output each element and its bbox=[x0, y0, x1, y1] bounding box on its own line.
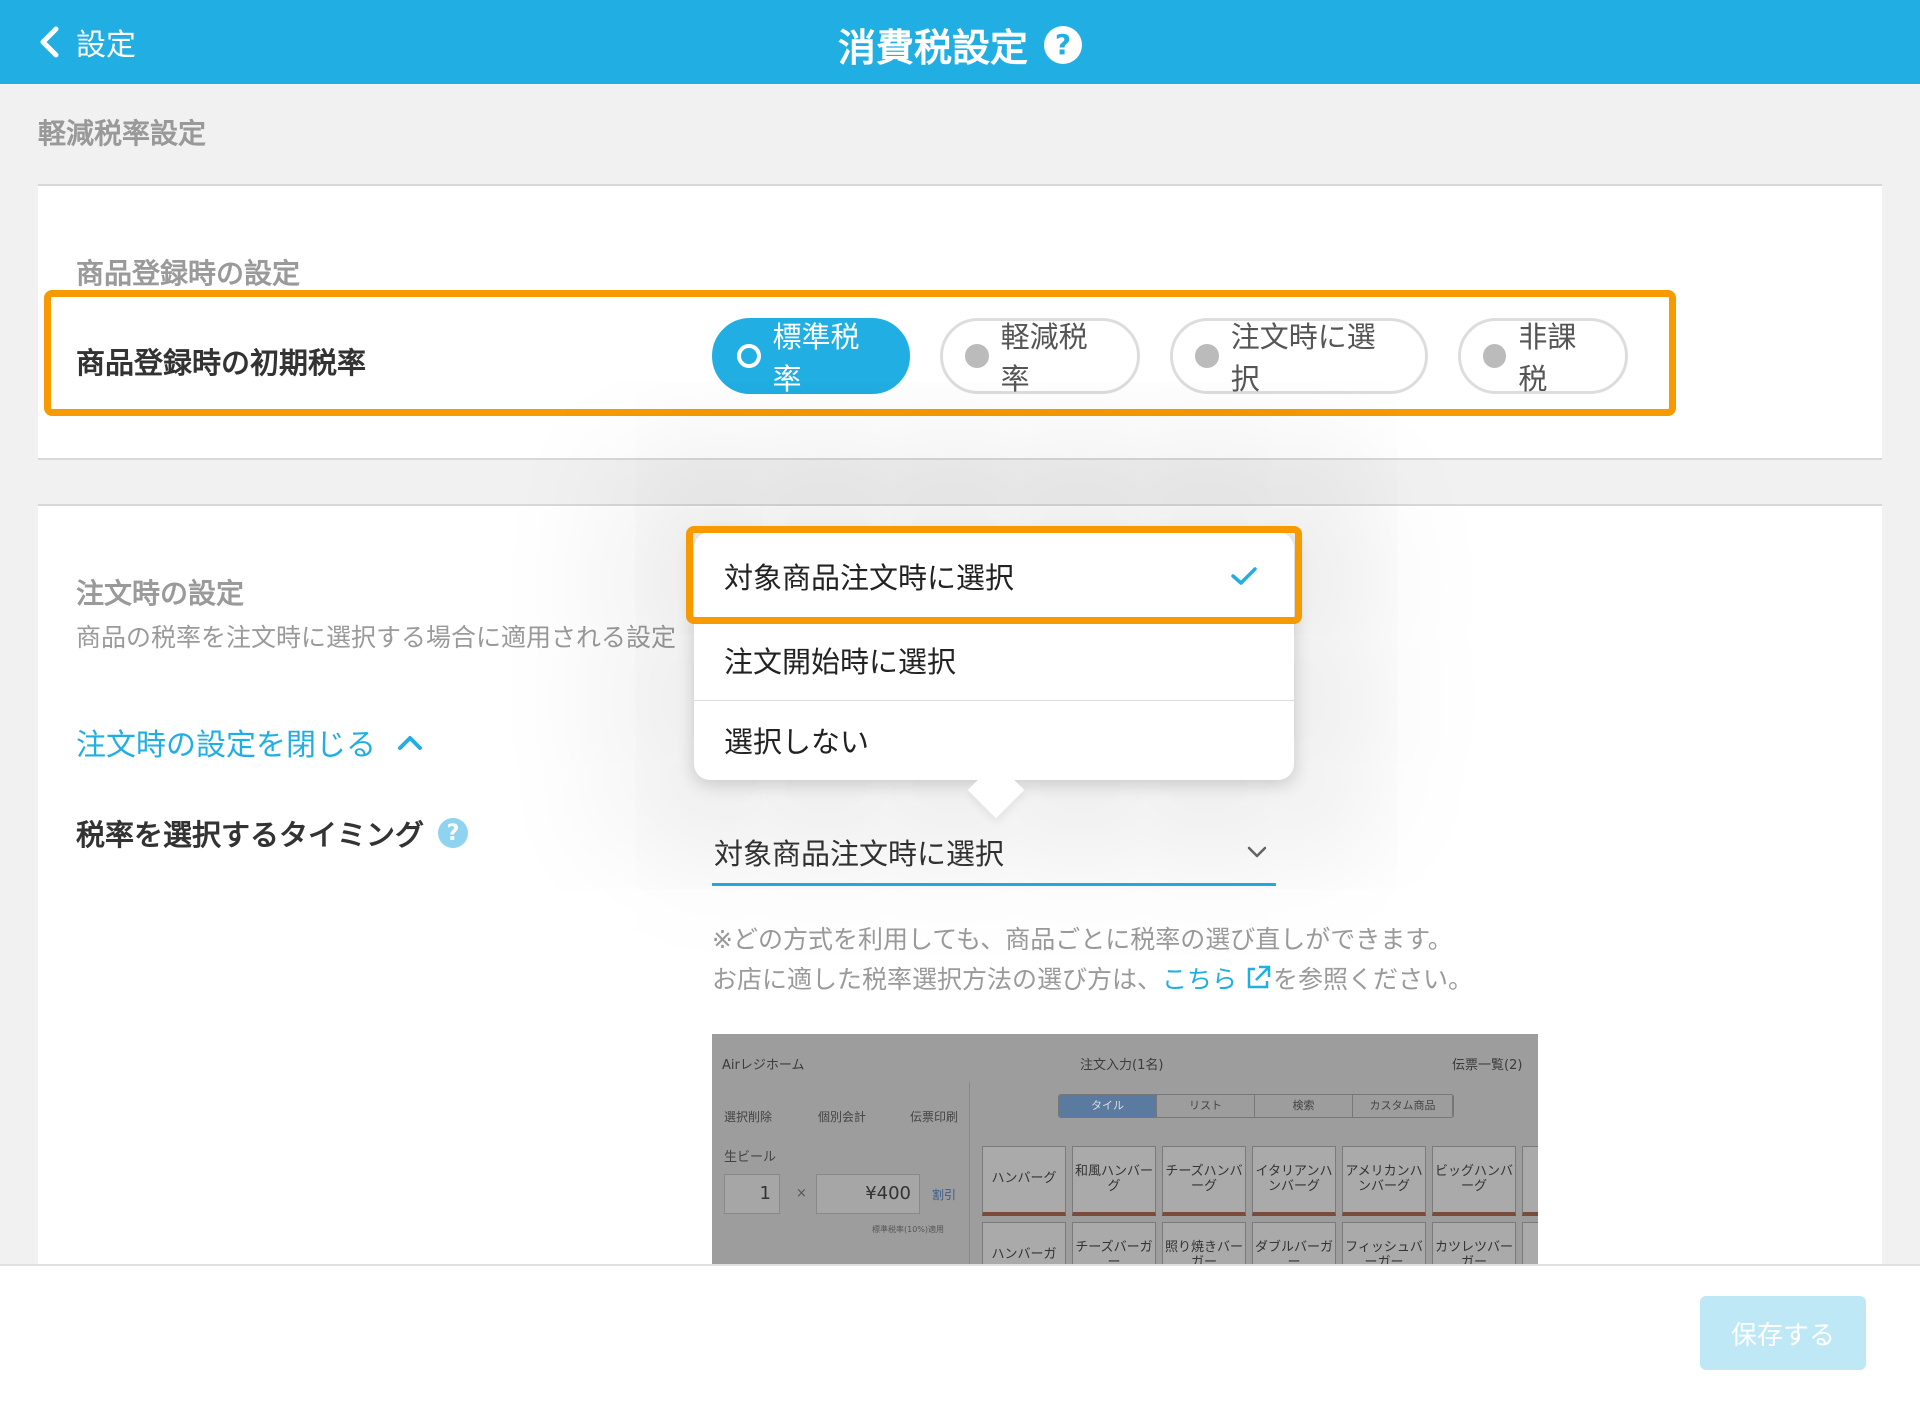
timing-help-icon[interactable]: ? bbox=[438, 818, 469, 848]
guide-link[interactable]: こちら bbox=[1162, 960, 1273, 996]
order-settings-description: 商品の税率を注文時に選択する場合に適用される設定 bbox=[76, 623, 677, 652]
preview-tile: カツレツバーガー bbox=[1432, 1222, 1516, 1264]
help-icon[interactable]: ? bbox=[1044, 25, 1082, 64]
note-line-2-suffix: を参照ください。 bbox=[1273, 965, 1474, 994]
page-title: 消費税設定 bbox=[837, 26, 1028, 70]
preview-tab: タイル bbox=[1059, 1095, 1157, 1117]
preview-qty: 1 bbox=[724, 1174, 780, 1214]
reduced-rate-section-label: 軽減税率設定 bbox=[38, 117, 207, 150]
preview-tile: ビッグハンバーグ bbox=[1432, 1146, 1516, 1216]
preview-tab: リスト bbox=[1157, 1095, 1255, 1117]
collapse-order-settings-link[interactable]: 注文時の設定を閉じる bbox=[76, 720, 424, 764]
product-registration-section-label: 商品登録時の設定 bbox=[76, 257, 301, 290]
preview-tile: 野 bbox=[1522, 1222, 1538, 1264]
preview-times: × bbox=[796, 1186, 807, 1201]
preview-tile: ハンバーガ bbox=[982, 1222, 1066, 1264]
preview-left-panel: 選択削除 個別会計 伝票印刷 生ビール 1 × ¥400 割引 標準税率(10%… bbox=[712, 1082, 970, 1264]
highlight-box-initial-rate bbox=[44, 290, 1676, 416]
preview-price: ¥400 bbox=[816, 1174, 920, 1214]
chevron-up-icon bbox=[398, 736, 422, 750]
preview-tile: ハンバーグ bbox=[982, 1146, 1066, 1216]
preview-topbar: Airレジホーム 注文入力(1名) 伝票一覧(2) bbox=[712, 1034, 1538, 1082]
preview-rate-note: 標準税率(10%)適用 bbox=[872, 1225, 945, 1234]
dropdown-option-none[interactable]: 選択しない bbox=[694, 702, 1294, 778]
footer-bar bbox=[0, 1264, 1920, 1403]
highlight-box-dropdown-option bbox=[686, 526, 1302, 624]
timing-label: 税率を選択するタイミング bbox=[76, 818, 425, 852]
collapse-label: 注文時の設定を閉じる bbox=[76, 728, 376, 763]
external-link-icon bbox=[1247, 965, 1271, 989]
preview-title: 注文入力(1名) bbox=[1080, 1058, 1164, 1073]
preview-tile: ダブルバーガー bbox=[1252, 1222, 1336, 1264]
dropdown-option-label: 注文開始時に選択 bbox=[724, 645, 957, 679]
dropdown-divider bbox=[694, 700, 1294, 701]
preview-discount: 割引 bbox=[932, 1188, 957, 1202]
preview-item-name: 生ビール bbox=[724, 1150, 777, 1165]
preview-tile: イタリアンハンバーグ bbox=[1252, 1146, 1336, 1216]
preview-tabs: タイル リスト 検索 カスタム商品 bbox=[1058, 1094, 1454, 1118]
preview-tile: フィッシュバーガー bbox=[1342, 1222, 1426, 1264]
preview-tile: チーズバーガー bbox=[1072, 1222, 1156, 1264]
dropdown-option-label: 選択しない bbox=[724, 725, 870, 759]
note-line-2-prefix: お店に適した税率選択方法の選び方は、 bbox=[712, 965, 1163, 994]
preview-action: 個別会計 bbox=[818, 1110, 867, 1124]
preview-tile-grid: ハンバーグ 和風ハンバーグ チーズハンバーグ イタリアンハンバーグ アメリカンハ… bbox=[982, 1146, 1538, 1264]
preview-tab: カスタム商品 bbox=[1353, 1095, 1453, 1117]
save-button[interactable]: 保存する bbox=[1700, 1296, 1866, 1370]
note-line-2: お店に適した税率選択方法の選び方は、 こちら を参照ください。 bbox=[712, 960, 1473, 996]
app-header: 設定 消費税設定 ? bbox=[0, 0, 1920, 84]
order-screen-preview-image: Airレジホーム 注文入力(1名) 伝票一覧(2) 選択削除 個別会計 伝票印刷… bbox=[712, 1034, 1538, 1264]
preview-tab: 検索 bbox=[1255, 1095, 1353, 1117]
page-title-wrap: 消費税設定 ? bbox=[0, 17, 1920, 72]
timing-row: 税率を選択するタイミング ? bbox=[76, 812, 469, 854]
preview-action: 伝票印刷 bbox=[910, 1110, 959, 1124]
note-line-1: ※どの方式を利用しても、商品ごとに税率の選び直しができます。 bbox=[712, 925, 1453, 954]
preview-tile: チーズハンバーグ bbox=[1162, 1146, 1246, 1216]
preview-tile: 激 bbox=[1522, 1146, 1538, 1216]
preview-tile: 和風ハンバーグ bbox=[1072, 1146, 1156, 1216]
preview-action: 選択削除 bbox=[724, 1110, 773, 1124]
preview-tile: 照り焼きバーガー bbox=[1162, 1222, 1246, 1264]
preview-back: Airレジホーム bbox=[722, 1058, 805, 1073]
preview-right: 伝票一覧(2) bbox=[1452, 1058, 1523, 1073]
order-settings-section-label: 注文時の設定 bbox=[76, 577, 245, 610]
dropdown-option-order-start[interactable]: 注文開始時に選択 bbox=[694, 620, 1294, 700]
timing-select[interactable]: 対象商品注文時に選択 bbox=[712, 820, 1276, 886]
timing-select-value: 対象商品注文時に選択 bbox=[714, 836, 1005, 871]
chevron-down-icon bbox=[1247, 846, 1267, 857]
guide-link-label: こちら bbox=[1162, 965, 1238, 994]
preview-tile: アメリカンハンバーグ bbox=[1342, 1146, 1426, 1216]
